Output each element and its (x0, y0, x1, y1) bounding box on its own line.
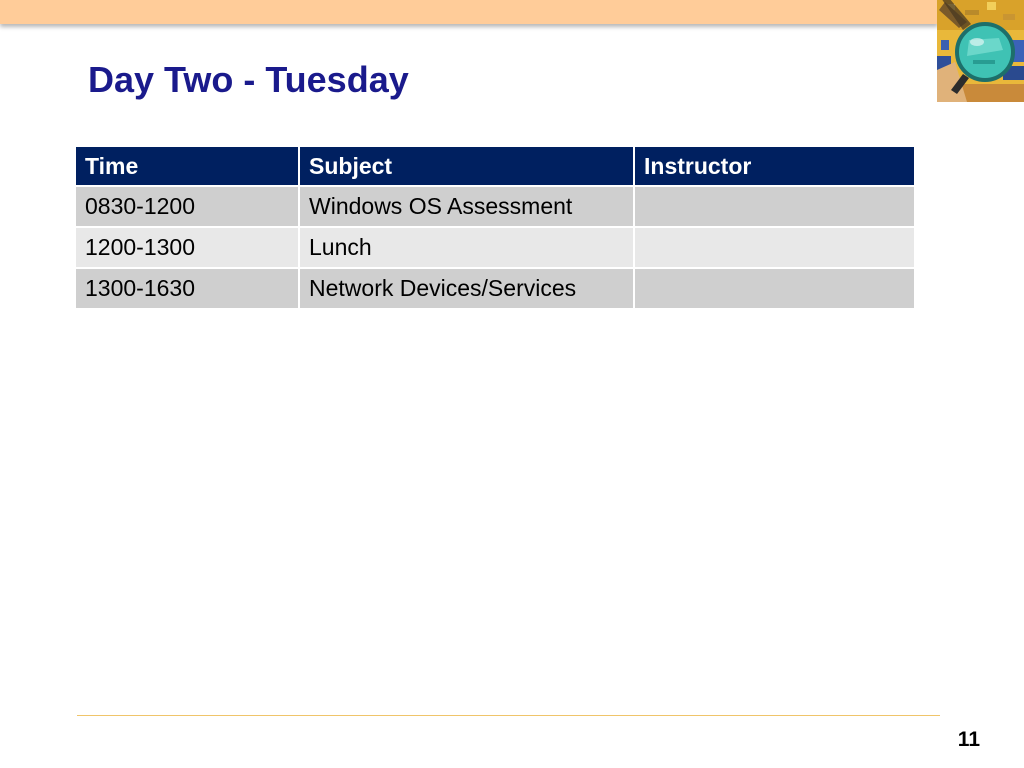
time-cell: 1200-1300 (74, 226, 300, 269)
column-header-time: Time (74, 145, 300, 187)
table-row: 1200-1300 Lunch (74, 226, 916, 269)
schedule-table: Time Subject Instructor 0830-1200 Window… (74, 145, 916, 310)
subject-cell: Windows OS Assessment (298, 185, 635, 228)
column-header-subject: Subject (298, 145, 635, 187)
top-accent-bar (0, 0, 938, 24)
time-cell: 0830-1200 (74, 185, 300, 228)
slide-number: 11 (957, 728, 980, 751)
subject-cell: Lunch (298, 226, 635, 269)
table-row: 1300-1630 Network Devices/Services (74, 267, 916, 310)
subject-cell: Network Devices/Services (298, 267, 635, 310)
table-header-row: Time Subject Instructor (74, 145, 916, 187)
footer-divider (77, 715, 940, 716)
slide-title: Day Two - Tuesday (88, 59, 409, 100)
instructor-cell (633, 226, 916, 269)
instructor-cell (633, 267, 916, 310)
time-cell: 1300-1630 (74, 267, 300, 310)
column-header-instructor: Instructor (633, 145, 916, 187)
instructor-cell (633, 185, 916, 228)
magnifying-glass-icon (937, 0, 1024, 102)
table-row: 0830-1200 Windows OS Assessment (74, 185, 916, 228)
